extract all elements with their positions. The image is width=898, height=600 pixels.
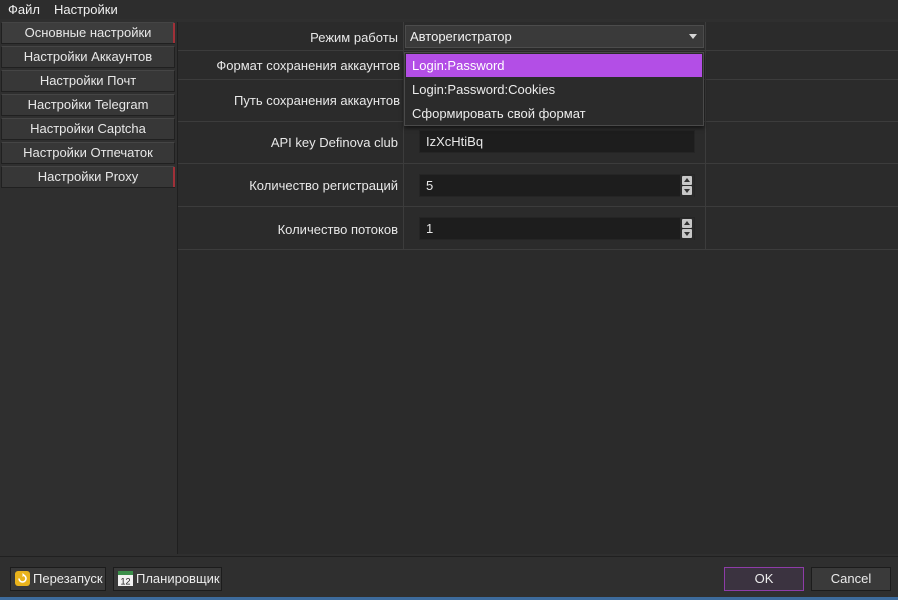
sidebar-item-general[interactable]: Основные настройки [1,22,175,44]
format-label: Формат сохранения аккаунтов [216,58,400,73]
row-api-key: API key Definova club IzXcHtiBq [178,122,898,164]
restart-label: Перезапуск [33,571,103,586]
reg-count-value: 5 [426,178,434,193]
sidebar-item-label: Настройки Proxy [37,169,139,184]
dropdown-option-login-password-cookies[interactable]: Login:Password:Cookies [406,78,702,101]
spinbox-arrows[interactable] [680,218,694,240]
active-marker [173,23,175,43]
menu-bar: Файл Настройки [0,0,898,19]
dropdown-option-login-password[interactable]: Login:Password [406,54,702,77]
api-key-label: API key Definova club [270,135,398,150]
api-key-value: IzXcHtiBq [426,134,484,149]
sidebar-item-label: Настройки Почт [39,73,137,88]
chevron-down-icon [689,34,697,39]
option-label: Login:Password:Cookies [412,82,556,97]
sidebar-item-proxy[interactable]: Настройки Proxy [1,166,175,188]
mode-select[interactable]: Авторегистратор [405,25,704,48]
settings-sidebar: Основные настройки Настройки Аккаунтов Н… [0,22,176,554]
scheduler-button[interactable]: 12 Планировщик [113,567,222,591]
row-reg-count: Количество регистраций 5 [178,164,898,207]
ok-button[interactable]: OK [724,567,804,591]
sidebar-item-label: Основные настройки [24,25,152,40]
arrow-down-icon[interactable] [682,186,692,195]
row-mode: Режим работы Авторегистратор [178,22,898,51]
threads-label: Количество потоков [277,222,398,237]
sidebar-item-telegram[interactable]: Настройки Telegram [1,94,175,116]
menu-file[interactable]: Файл [0,0,46,19]
scheduler-label: Планировщик [136,571,220,586]
sidebar-item-label: Настройки Аккаунтов [23,49,153,64]
menu-settings[interactable]: Настройки [46,0,124,19]
sidebar-item-label: Настройки Captcha [30,121,146,136]
mode-label: Режим работы [310,30,398,45]
spinbox-arrows[interactable] [680,175,694,197]
footer-bar: Перезапуск 12 Планировщик OK Cancel [0,556,898,600]
restart-button[interactable]: Перезапуск [10,567,106,591]
path-label: Путь сохранения аккаунтов [234,93,400,108]
calendar-day: 12 [120,577,130,587]
cancel-label: Cancel [830,571,872,586]
option-label: Сформировать свой формат [412,106,586,121]
dropdown-option-custom-format[interactable]: Сформировать свой формат [406,102,702,125]
cancel-button[interactable]: Cancel [811,567,891,591]
sidebar-item-captcha[interactable]: Настройки Captcha [1,118,175,140]
row-threads: Количество потоков 1 [178,207,898,250]
proxy-marker [173,167,175,187]
reg-count-spinbox[interactable]: 5 [419,174,695,197]
mode-select-value: Авторегистратор [410,29,512,44]
arrow-up-icon[interactable] [682,176,692,185]
format-dropdown-list: Login:Password Login:Password:Cookies Сф… [404,52,704,126]
arrow-up-icon[interactable] [682,219,692,228]
restart-icon [15,571,30,586]
arrow-down-icon[interactable] [682,229,692,238]
sidebar-item-accounts[interactable]: Настройки Аккаунтов [1,46,175,68]
api-key-input[interactable]: IzXcHtiBq [419,130,695,153]
threads-value: 1 [426,221,434,236]
option-label: Login:Password [412,58,505,73]
sidebar-item-mail[interactable]: Настройки Почт [1,70,175,92]
sidebar-item-label: Настройки Telegram [27,97,149,112]
sidebar-item-label: Настройки Отпечаток [23,145,153,160]
ok-label: OK [754,571,774,586]
threads-spinbox[interactable]: 1 [419,217,695,240]
reg-count-label: Количество регистраций [249,178,398,193]
sidebar-item-fingerprint[interactable]: Настройки Отпечаток [1,142,175,164]
calendar-icon: 12 [118,571,133,586]
